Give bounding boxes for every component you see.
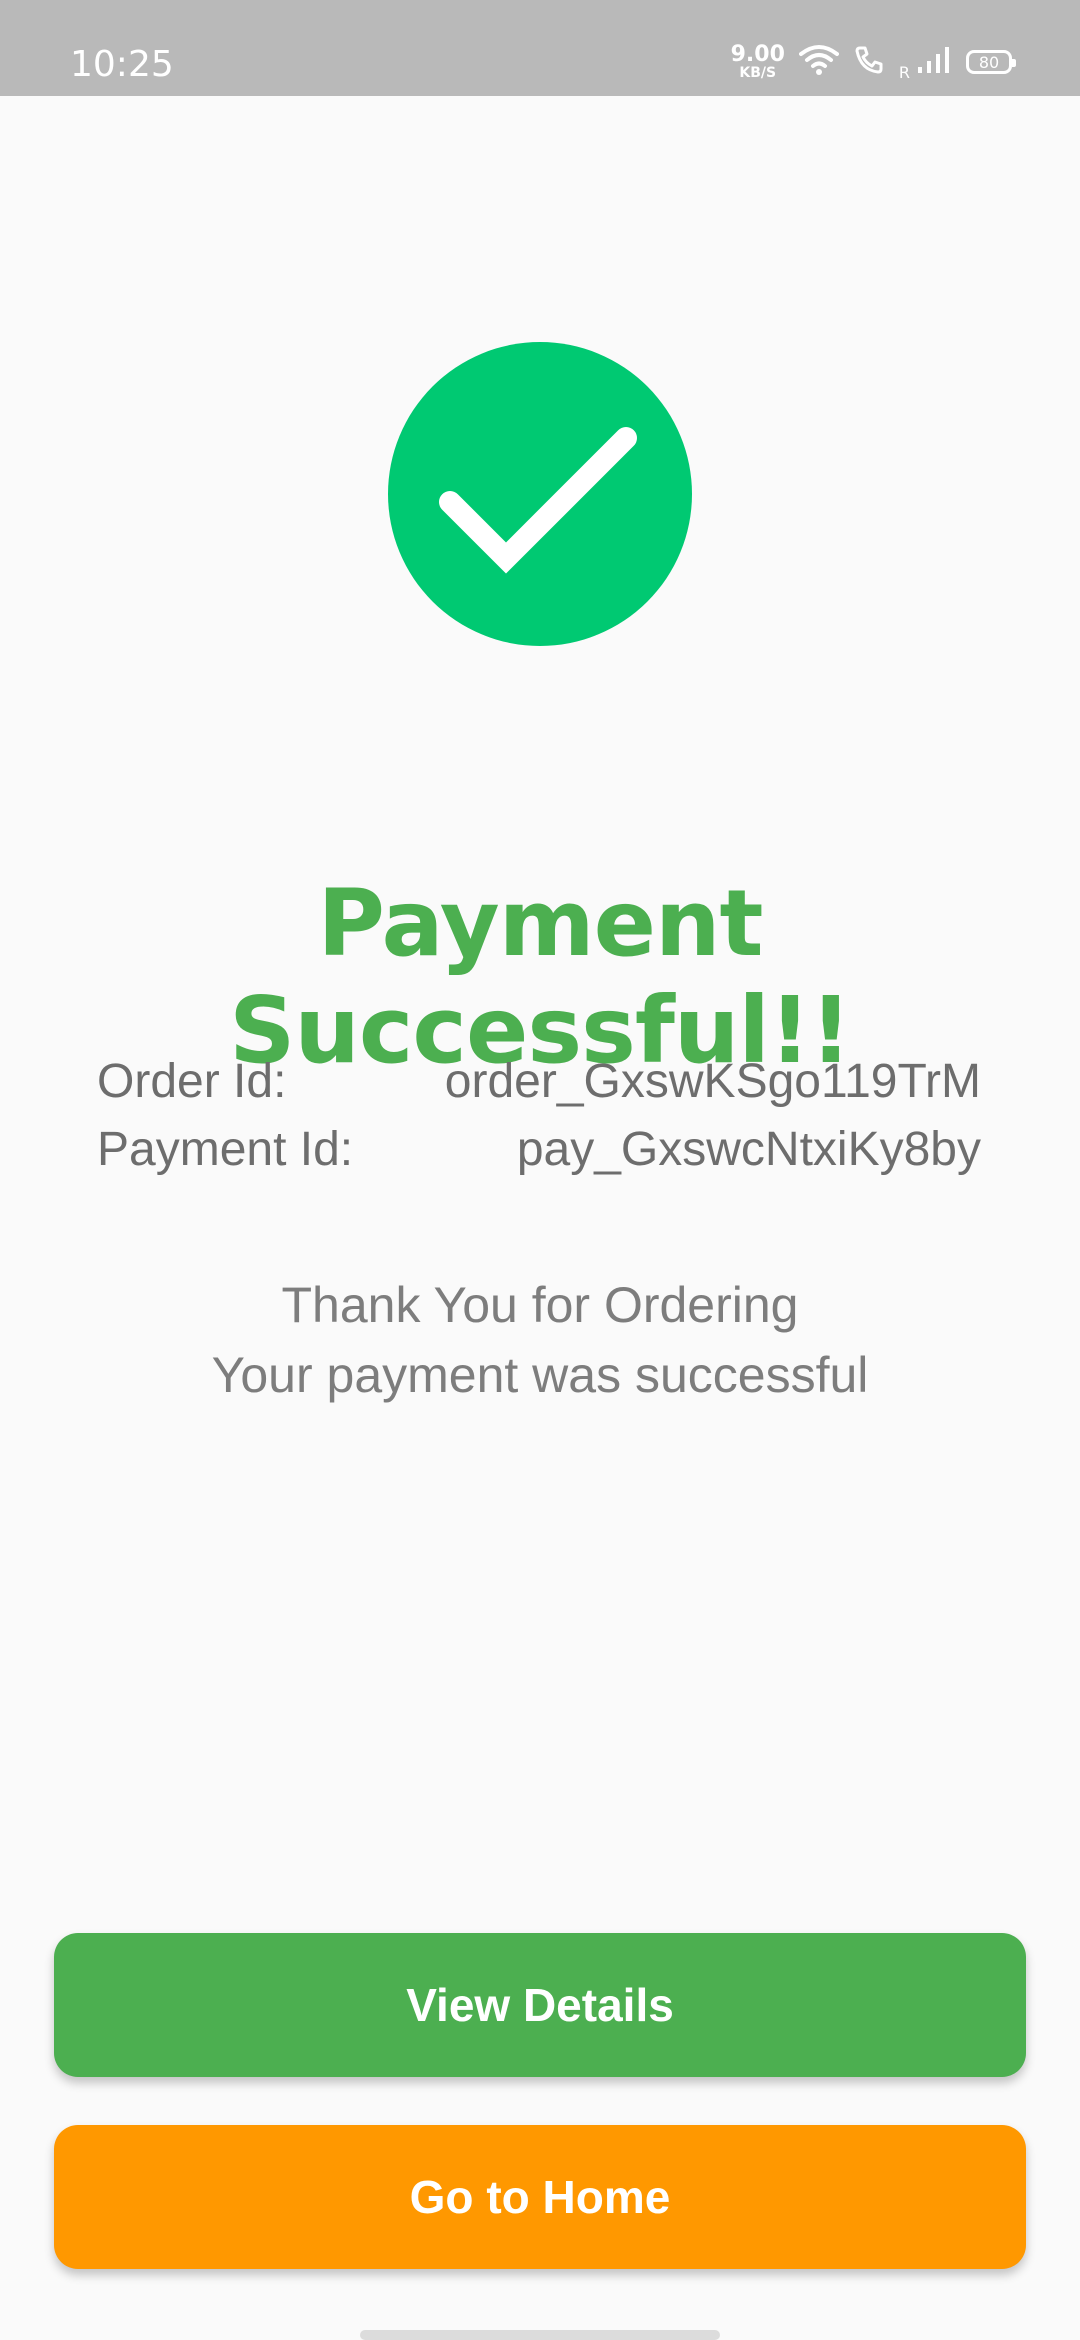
call-icon bbox=[853, 44, 885, 81]
battery-level: 80 bbox=[978, 52, 1000, 72]
payment-success-screen: 10:25 9.00 KB/S R 80 Payment Successful!… bbox=[0, 0, 1080, 2340]
wifi-icon bbox=[798, 44, 839, 81]
status-time: 10:25 bbox=[70, 44, 174, 85]
payment-id-label: Payment Id: bbox=[97, 1123, 354, 1176]
go-to-home-button[interactable]: Go to Home bbox=[54, 2125, 1026, 2269]
payment-id-value: pay_GxswcNtxiKy8by bbox=[516, 1123, 981, 1176]
order-id-label: Order Id: bbox=[97, 1055, 287, 1108]
payment-success-message: Your payment was successful bbox=[211, 1347, 869, 1403]
home-indicator[interactable] bbox=[360, 2330, 720, 2340]
signal-icon bbox=[916, 45, 952, 80]
status-icons: 9.00 KB/S R 80 bbox=[730, 42, 1016, 82]
payment-success-title: Payment Successful!! bbox=[229, 870, 852, 1084]
network-speed: 9.00 KB/S bbox=[730, 42, 785, 81]
view-details-button[interactable]: View Details bbox=[54, 1933, 1026, 2077]
battery-icon: 80 bbox=[966, 50, 1016, 74]
network-speed-unit: KB/S bbox=[739, 65, 777, 81]
thank-you-message: Thank You for Ordering bbox=[281, 1277, 799, 1333]
network-speed-value: 9.00 bbox=[730, 42, 785, 67]
check-circle-icon bbox=[388, 342, 692, 646]
order-id-value: order_GxswKSgo119TrM bbox=[444, 1055, 981, 1108]
status-bar: 10:25 9.00 KB/S R 80 bbox=[0, 0, 1080, 96]
roaming-indicator: R bbox=[898, 63, 910, 82]
